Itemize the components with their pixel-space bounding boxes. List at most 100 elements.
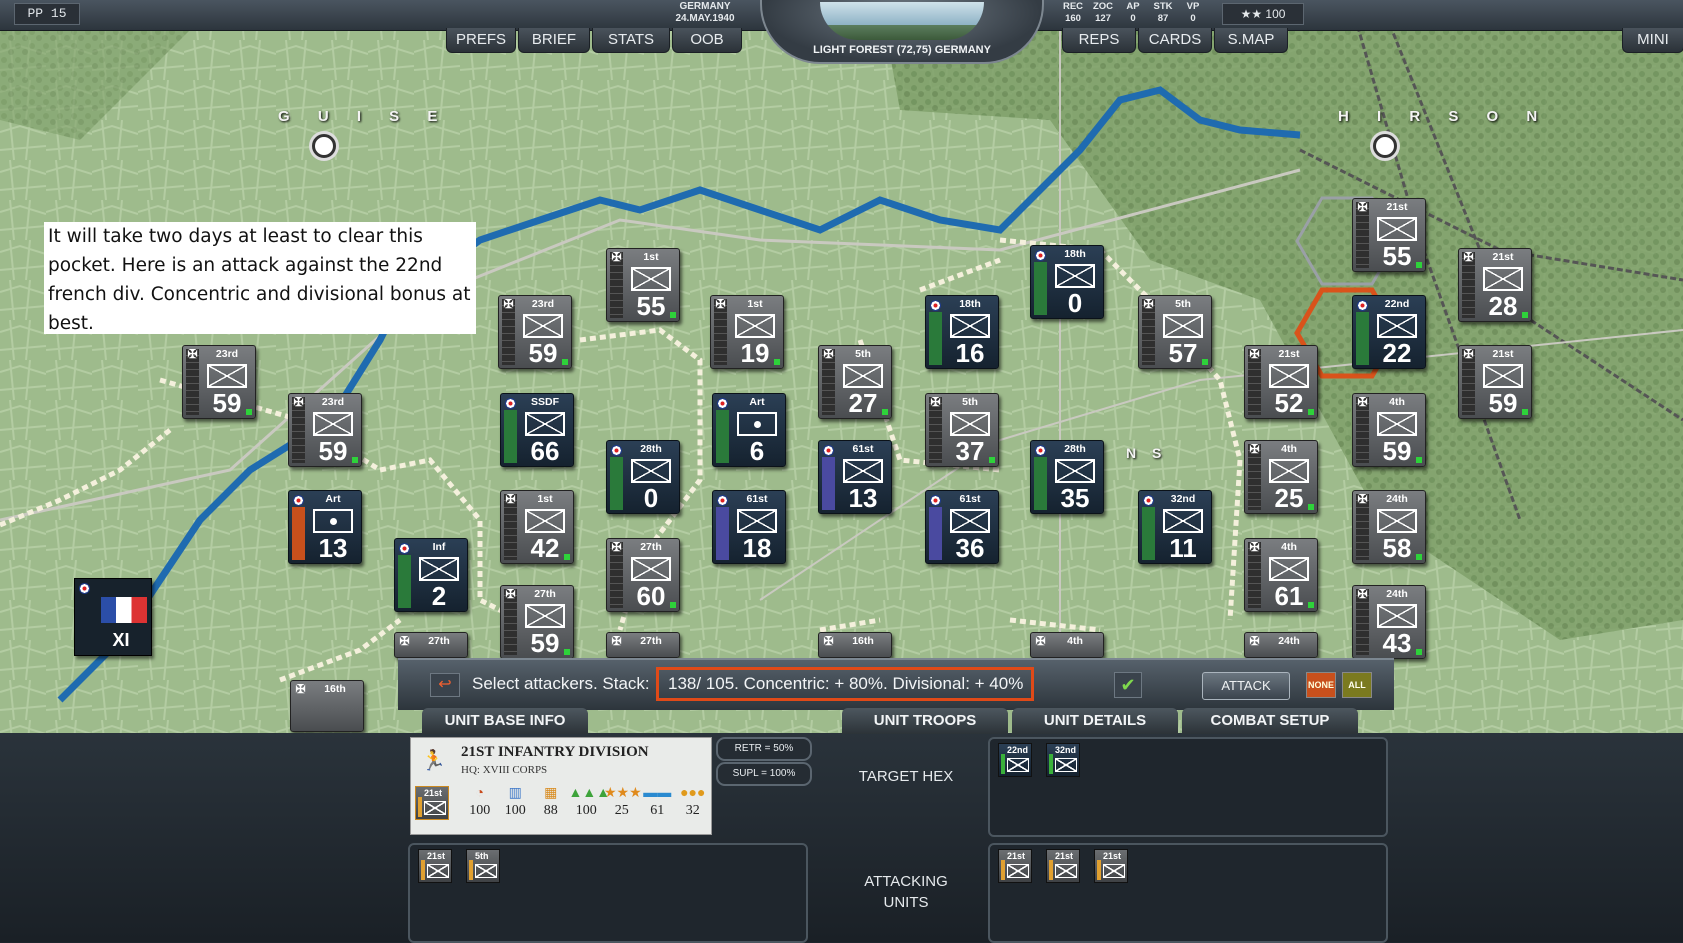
confirm-check-icon[interactable]: ✔ xyxy=(1114,672,1142,698)
tab-unit-troops[interactable]: UNIT TROOPS xyxy=(842,708,1008,734)
iron-cross-icon: ✠ xyxy=(1357,587,1368,601)
unit-counter-partial[interactable]: ✠ 27th xyxy=(394,632,468,658)
unit-counter[interactable]: SSDF 66 xyxy=(500,393,574,467)
infantry-symbol-icon xyxy=(950,412,990,436)
infantry-symbol-icon xyxy=(475,864,497,878)
unit-counter[interactable]: ✠ 24th 58 xyxy=(1352,490,1426,564)
tab-stats[interactable]: STATS xyxy=(592,28,670,53)
unit-counter-partial[interactable]: ✠ 4th xyxy=(1030,632,1104,658)
tab-mini[interactable]: MINI xyxy=(1622,28,1683,53)
infantry-symbol-icon xyxy=(950,509,990,533)
game-map[interactable]: G U I S E H I R S O N N S It will take t… xyxy=(0,0,1683,735)
available-attacker-counter[interactable]: 21st xyxy=(1046,849,1080,883)
unit-counter[interactable]: ✠ 24th 43 xyxy=(1352,585,1426,659)
unit-name: 27th xyxy=(640,635,662,647)
tab-prefs[interactable]: PREFS xyxy=(446,28,516,53)
target-hex-box: 22nd 32nd xyxy=(988,737,1388,837)
tab-smap[interactable]: S.MAP xyxy=(1214,28,1288,53)
unit-counter[interactable]: ✠ 23rd 59 xyxy=(182,345,256,419)
select-none-button[interactable]: NONE xyxy=(1306,672,1336,698)
rating-value: 25 xyxy=(614,803,629,818)
unit-counter[interactable]: 61st 36 xyxy=(925,490,999,564)
city-marker-icon xyxy=(312,134,336,158)
unit-name: 24th xyxy=(1278,635,1300,647)
unit-counter[interactable]: 61st 18 xyxy=(712,490,786,564)
tab-unit-details[interactable]: UNIT DETAILS xyxy=(1012,708,1178,734)
infantry-symbol-icon xyxy=(631,557,671,581)
unit-counter[interactable]: 18th 0 xyxy=(1030,245,1104,319)
unit-counter[interactable]: 28th 0 xyxy=(606,440,680,514)
mini-label: 22nd xyxy=(1007,745,1029,755)
unit-color-bar xyxy=(716,410,729,463)
status-pip-icon xyxy=(1416,457,1422,463)
unit-counter[interactable]: ✠ 5th 27 xyxy=(818,345,892,419)
tab-unit-base-info[interactable]: UNIT BASE INFO xyxy=(422,708,588,734)
unit-counter[interactable]: ✠ 1st 42 xyxy=(500,490,574,564)
unit-name: Inf xyxy=(432,541,446,553)
unit-counter[interactable]: ✠ 23rd 59 xyxy=(288,393,362,467)
iron-cross-icon: ✠ xyxy=(187,347,198,361)
unit-counter[interactable]: ✠ 5th 37 xyxy=(925,393,999,467)
unit-name: 4th xyxy=(1067,635,1083,647)
unit-counter[interactable]: Art 13 xyxy=(288,490,362,564)
select-all-button[interactable]: ALL xyxy=(1342,672,1372,698)
target-unit-counter[interactable]: 32nd xyxy=(1046,743,1080,777)
available-attacker-counter[interactable]: 21st xyxy=(998,849,1032,883)
unit-counter[interactable]: ✠ 21st 59 xyxy=(1458,345,1532,419)
target-unit-counter[interactable]: 22nd xyxy=(998,743,1032,777)
unit-counter-partial[interactable]: ✠ 16th xyxy=(290,680,364,732)
unit-color-bar xyxy=(1034,262,1047,315)
tab-cards[interactable]: CARDS xyxy=(1138,28,1212,53)
infantry-symbol-icon xyxy=(843,364,883,388)
stat-stk: STK 87 xyxy=(1148,1,1178,25)
tab-combat-setup[interactable]: COMBAT SETUP xyxy=(1182,708,1358,734)
command-bar: ↩ Select attackers. Stack: 138/ 105. Con… xyxy=(398,658,1394,710)
unit-counter[interactable]: ✠ 5th 57 xyxy=(1138,295,1212,369)
morale-icon: ◔ xyxy=(475,784,484,800)
unit-counter[interactable]: ✠ 4th 61 xyxy=(1244,538,1318,612)
unit-counter[interactable]: ✠ 21st 55 xyxy=(1352,198,1426,272)
unit-counter[interactable]: 32nd 11 xyxy=(1138,490,1212,564)
unit-counter[interactable]: ✠ 21st 28 xyxy=(1458,248,1532,322)
french-corps-counter[interactable]: XI xyxy=(74,578,152,656)
unit-strength: 36 xyxy=(955,533,985,563)
infantry-symbol-icon xyxy=(735,314,775,338)
undo-arrow-icon[interactable]: ↩ xyxy=(430,673,460,697)
artillery-symbol-icon xyxy=(313,509,353,533)
unit-counter[interactable]: ✠ 4th 59 xyxy=(1352,393,1426,467)
unit-counter[interactable]: ✠ 27th 60 xyxy=(606,538,680,612)
unit-counter[interactable]: ✠ 4th 25 xyxy=(1244,440,1318,514)
unit-counter[interactable]: ✠ 21st 52 xyxy=(1244,345,1318,419)
attacker-counter[interactable]: 5th xyxy=(466,849,500,883)
unit-counter[interactable]: ✠ 27th 59 xyxy=(500,585,574,659)
status-pip-icon xyxy=(670,312,676,318)
status-pip-icon xyxy=(1308,602,1314,608)
unit-counter[interactable]: 61st 13 xyxy=(818,440,892,514)
unit-strength: 16 xyxy=(955,338,985,368)
tab-brief[interactable]: BRIEF xyxy=(518,28,590,53)
unit-counter[interactable]: ✠ 23rd 59 xyxy=(498,295,572,369)
unit-counter[interactable]: Art 6 xyxy=(712,393,786,467)
tab-oob[interactable]: OOB xyxy=(672,28,742,53)
unit-counter[interactable]: Inf 2 xyxy=(394,538,468,612)
available-attacker-counter[interactable]: 21st xyxy=(1094,849,1128,883)
unit-counter-partial[interactable]: ✠ 24th xyxy=(1244,632,1318,658)
unit-counter[interactable]: 28th 35 xyxy=(1030,440,1104,514)
roundel-icon xyxy=(717,398,728,409)
strength-bar xyxy=(469,860,473,880)
tab-reps[interactable]: REPS xyxy=(1062,28,1136,53)
mini-label: 21st xyxy=(427,851,446,861)
unit-name: 28th xyxy=(640,443,662,455)
unit-counter[interactable]: ✠ 1st 19 xyxy=(710,295,784,369)
unit-counter[interactable]: 18th 16 xyxy=(925,295,999,369)
roundel-icon xyxy=(717,495,728,506)
unit-counter[interactable]: 22nd 22 xyxy=(1352,295,1426,369)
french-flag-icon xyxy=(101,597,147,623)
unit-strength: 35 xyxy=(1060,483,1090,513)
unit-counter-partial[interactable]: ✠ 16th xyxy=(818,632,892,658)
attack-button[interactable]: ATTACK xyxy=(1202,672,1290,700)
rating-readiness: ▥ 100 xyxy=(498,781,534,825)
unit-counter-partial[interactable]: ✠ 27th xyxy=(606,632,680,658)
attacker-counter[interactable]: 21st xyxy=(418,849,452,883)
unit-counter[interactable]: ✠ 1st 55 xyxy=(606,248,680,322)
